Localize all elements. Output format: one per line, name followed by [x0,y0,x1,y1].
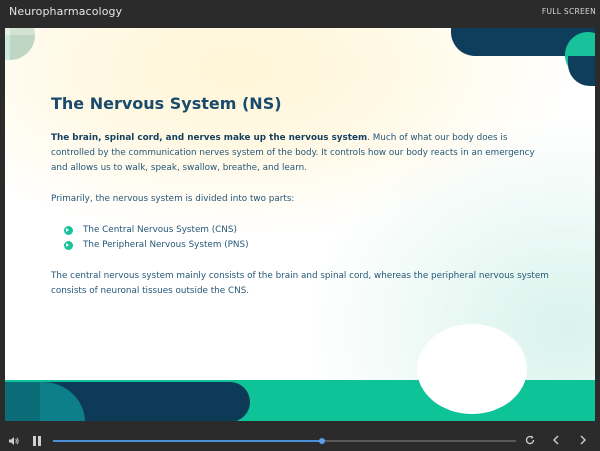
player-controls [0,430,600,451]
decorative-shape-top-right-small [568,56,595,86]
progress-bar[interactable] [53,438,516,444]
slide-content: The Nervous System (NS) The brain, spina… [51,94,551,299]
chevron-left-icon[interactable] [551,434,561,446]
chevron-right-icon[interactable] [578,434,588,446]
slide: The Nervous System (NS) The brain, spina… [5,28,595,421]
progress-thumb[interactable] [318,438,325,444]
closing-paragraph: The central nervous system mainly consis… [51,271,549,296]
list-item: The Central Nervous System (CNS) [51,223,551,238]
progress-fill [53,440,322,442]
app-title: Neuropharmacology [9,5,123,18]
pause-icon[interactable] [32,436,42,446]
divided-paragraph: Primarily, the nervous system is divided… [51,194,295,204]
play-bullet-icon [64,241,73,250]
fullscreen-button[interactable]: FULL SCREEN [542,7,596,16]
volume-icon[interactable] [8,435,20,447]
top-bar: Neuropharmacology FULL SCREEN [0,0,600,28]
play-bullet-icon [64,226,73,235]
intro-paragraph: The brain, spinal cord, and nerves make … [51,131,551,176]
slide-heading: The Nervous System (NS) [51,94,282,113]
decorative-circle-top-left [5,28,35,60]
parts-list: The Central Nervous System (CNS) The Per… [51,223,551,253]
list-item-label: The Central Nervous System (CNS) [83,225,237,235]
decorative-circle-bottom [417,324,527,414]
decorative-block-bottom-left [5,382,40,421]
replay-icon[interactable] [524,434,536,446]
list-item-label: The Peripheral Nervous System (PNS) [83,240,249,250]
list-item: The Peripheral Nervous System (PNS) [51,238,551,253]
intro-bold-text: The brain, spinal cord, and nerves make … [51,133,368,143]
